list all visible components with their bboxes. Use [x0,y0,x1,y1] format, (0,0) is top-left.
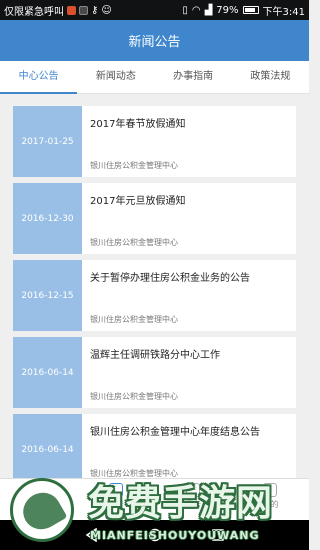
signal-icon: ▟ [204,4,213,16]
nav-announcements[interactable]: 公告 [77,479,154,520]
home-circle-icon [148,528,161,542]
item-org: 银川住房公积金管理中心 [90,161,178,170]
nav-label: 我的 [262,500,279,509]
app-header: 新闻公告 [0,20,309,61]
app-icon [79,5,88,15]
home-icon [31,483,46,497]
business-icon [186,483,201,497]
item-title: 2017年春节放假通知 [90,119,186,130]
item-date: 2016-06-14 [13,414,82,485]
clock: 下午3:41 [262,6,305,18]
nav-label: 公告 [107,500,124,509]
home-button[interactable] [148,528,162,542]
item-date: 2016-06-14 [13,337,82,408]
tab-policies[interactable]: 政策法规 [232,61,309,93]
item-date: 2017-01-25 [13,106,82,177]
list-item[interactable]: 2017-01-25 2017年春节放假通知 银川住房公积金管理中心 [13,106,296,177]
vibrate-icon: ▯ [182,4,188,16]
list-item[interactable]: 2016-06-14 温辉主任调研铁路分中心工作 银川住房公积金管理中心 [13,337,296,408]
page-title: 新闻公告 [128,35,181,50]
item-date: 2016-12-30 [13,183,82,254]
nav-home[interactable]: 首页 [0,479,77,520]
chat-icon: ☺ [101,4,112,16]
nav-mine[interactable]: 我的 [232,479,309,520]
item-date: 2016-12-15 [13,260,82,331]
recents-button[interactable] [211,528,225,542]
recents-icon [211,529,224,541]
battery-icon [242,6,259,14]
status-bar: 仅限紧急呼叫 ⚷ ☺ ▯ ◠ ▟ 79% 下午3:41 [0,0,309,20]
back-button[interactable] [85,528,99,542]
item-title: 2017年元旦放假通知 [90,196,186,207]
item-org: 银川住房公积金管理中心 [90,238,178,247]
nav-label: 业务 [185,500,202,509]
bottom-navigation: 首页 公告 业务 我的 [0,478,309,520]
list-item[interactable]: 2016-12-15 关于暂停办理住房公积金业务的公告 银川住房公积金管理中心 [13,260,296,331]
tab-news[interactable]: 新闻动态 [77,61,154,93]
tab-bar: 中心公告 新闻动态 办事指南 政策法规 [0,61,309,94]
item-org: 银川住房公积金管理中心 [90,392,178,401]
system-navigation-bar [0,520,309,550]
battery-percent: 79% [216,4,239,16]
tab-guide[interactable]: 办事指南 [155,61,232,93]
nav-label: 首页 [30,500,47,509]
wifi-icon: ◠ [191,4,201,16]
announcement-icon [108,483,123,497]
item-title: 温辉主任调研铁路分中心工作 [90,350,220,361]
item-org: 银川住房公积金管理中心 [90,315,178,324]
tab-center-announcements[interactable]: 中心公告 [0,61,78,94]
key-icon: ⚷ [91,4,99,16]
carrier-text: 仅限紧急呼叫 [4,6,64,18]
user-icon [263,483,278,497]
nav-business[interactable]: 业务 [155,479,232,520]
item-title: 关于暂停办理住房公积金业务的公告 [90,273,250,284]
notification-icon [67,5,76,15]
list-item[interactable]: 2016-12-30 2017年元旦放假通知 银川住房公积金管理中心 [13,183,296,254]
list-item[interactable]: 2016-06-14 银川住房公积金管理中心年度结息公告 银川住房公积金管理中心 [13,414,296,485]
back-icon [85,528,97,542]
item-title: 银川住房公积金管理中心年度结息公告 [90,427,260,438]
